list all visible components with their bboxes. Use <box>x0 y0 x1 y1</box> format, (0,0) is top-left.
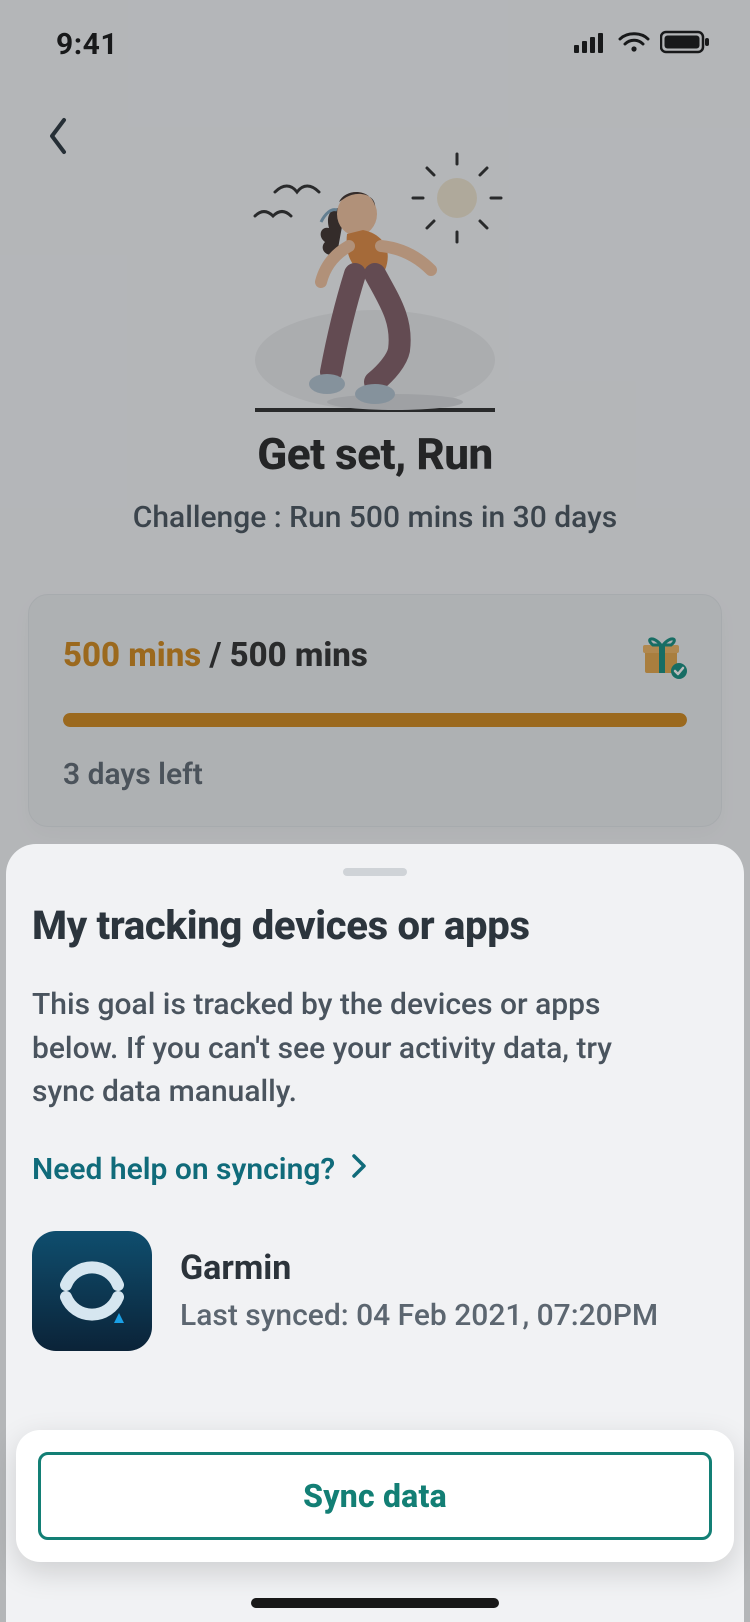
challenge-header: Get set, Run Challenge : Run 500 mins in… <box>0 428 750 535</box>
help-link-label: Need help on syncing? <box>32 1152 335 1187</box>
runner-illustration-icon <box>225 150 525 420</box>
challenge-subtitle: Challenge : Run 500 mins in 30 days <box>40 500 710 535</box>
progress-text: 500 mins / 500 mins <box>63 636 368 675</box>
sheet-description: This goal is tracked by the devices or a… <box>32 983 672 1114</box>
progress-card: 500 mins / 500 mins 3 days left <box>28 594 722 827</box>
progress-total-label: / 500 mins <box>209 636 367 675</box>
status-indicators <box>574 30 710 58</box>
sync-action-bar: Sync data <box>16 1430 734 1562</box>
wifi-icon <box>618 31 650 57</box>
progress-bar <box>63 713 687 727</box>
help-syncing-link[interactable]: Need help on syncing? <box>32 1152 367 1187</box>
device-last-synced: Last synced: 04 Feb 2021, 07:20PM <box>180 1298 658 1333</box>
progress-done-label: 500 mins <box>63 636 201 675</box>
cellular-signal-icon <box>574 31 608 57</box>
garmin-app-icon <box>32 1231 152 1351</box>
status-time: 9:41 <box>56 27 118 62</box>
device-row[interactable]: Garmin Last synced: 04 Feb 2021, 07:20PM <box>32 1231 718 1351</box>
reward-gift-icon <box>639 631 687 679</box>
battery-icon <box>660 30 710 58</box>
sheet-grabber-handle[interactable] <box>343 868 407 876</box>
progress-fill <box>63 713 687 727</box>
hero-illustration <box>0 120 750 420</box>
sheet-title: My tracking devices or apps <box>32 902 718 949</box>
status-bar: 9:41 <box>0 0 750 88</box>
sync-data-button[interactable]: Sync data <box>38 1452 712 1540</box>
days-left-label: 3 days left <box>63 757 687 792</box>
home-indicator <box>251 1598 499 1608</box>
device-name: Garmin <box>180 1248 658 1288</box>
challenge-title: Get set, Run <box>40 428 710 480</box>
app-screen: 9:41 <box>0 0 750 1622</box>
chevron-right-icon <box>351 1152 367 1187</box>
